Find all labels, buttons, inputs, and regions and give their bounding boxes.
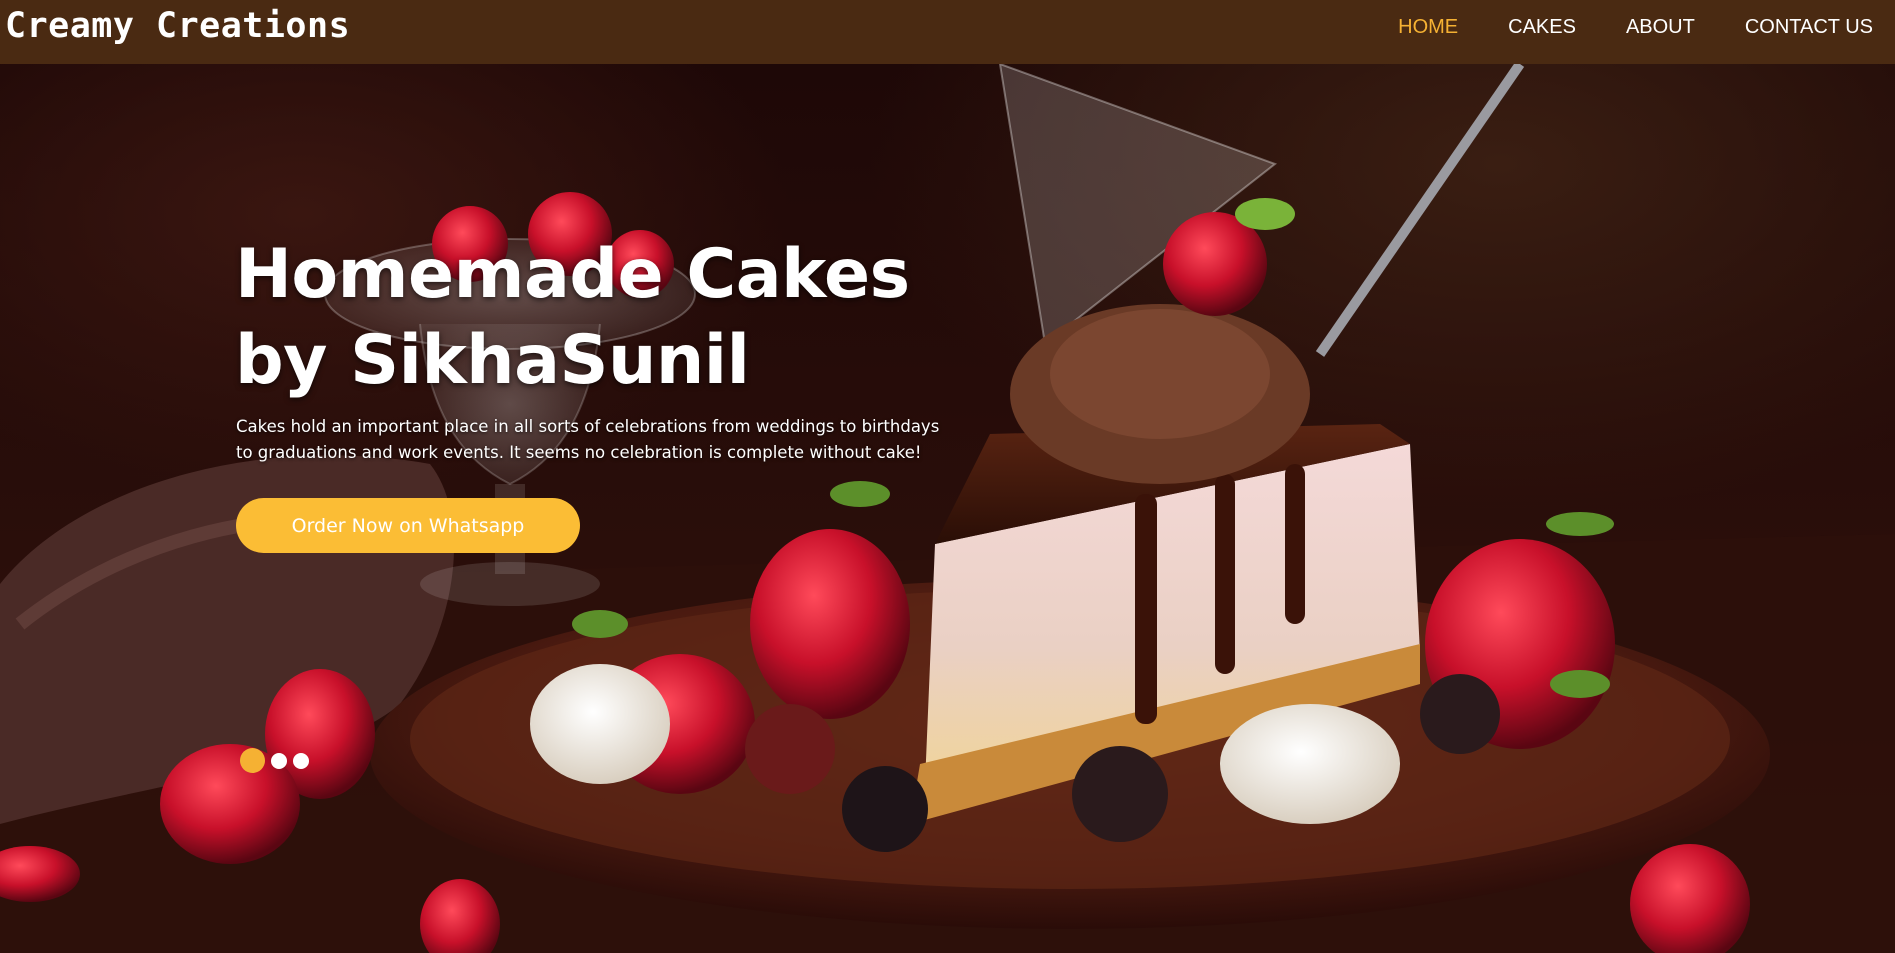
nav-about-link[interactable]: ABOUT — [1626, 16, 1695, 39]
carousel-dot-2[interactable] — [271, 752, 287, 769]
nav-links: HOME CAKES ABOUT CONTACT US — [1398, 0, 1873, 54]
nav-contact-link[interactable]: CONTACT US — [1745, 16, 1873, 39]
carousel-dot-1[interactable] — [240, 748, 265, 773]
hero-description: Cakes hold an important place in all sor… — [236, 417, 940, 462]
nav-home-link[interactable]: HOME — [1398, 16, 1458, 39]
hero-section: Homemade Cakes by SikhaSunil Cakes hold … — [0, 64, 1895, 953]
hero-title: Homemade Cakes by SikhaSunil — [235, 235, 910, 400]
nav-cakes-link[interactable]: CAKES — [1508, 16, 1576, 39]
carousel-indicators — [240, 748, 309, 773]
brand-logo[interactable]: Creamy Creations — [5, 5, 350, 47]
carousel-dot-3[interactable] — [293, 752, 309, 769]
navbar: Creamy Creations HOME CAKES ABOUT CONTAC… — [0, 0, 1895, 64]
order-whatsapp-button[interactable]: Order Now on Whatsapp — [236, 498, 580, 553]
